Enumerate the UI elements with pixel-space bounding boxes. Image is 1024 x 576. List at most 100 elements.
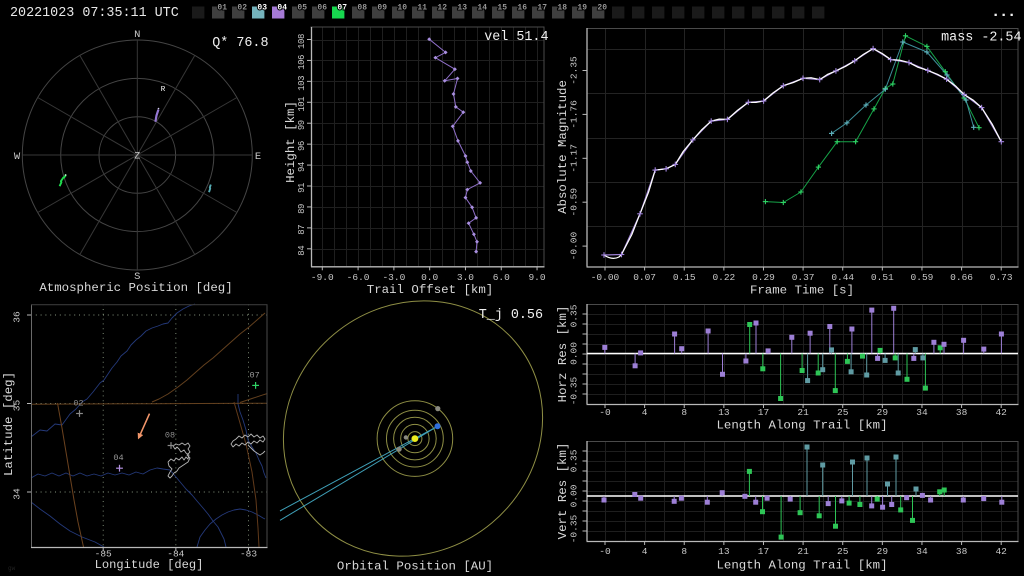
svg-text:-1.76: -1.76 xyxy=(569,100,580,129)
svg-text:-0: -0 xyxy=(599,407,611,418)
svg-text:Vert Res [km]: Vert Res [km] xyxy=(556,443,570,540)
svg-text:21: 21 xyxy=(797,407,809,418)
svg-text:0.07: 0.07 xyxy=(633,272,656,283)
svg-text:11: 11 xyxy=(417,4,427,13)
svg-text:36: 36 xyxy=(12,311,23,323)
svg-text:4: 4 xyxy=(642,407,648,418)
svg-text:19: 19 xyxy=(577,4,587,13)
svg-text:4: 4 xyxy=(642,546,648,557)
svg-text:Atmospheric Position [deg]: Atmospheric Position [deg] xyxy=(39,281,232,295)
svg-text:34: 34 xyxy=(916,546,928,557)
svg-text:99: 99 xyxy=(297,120,307,130)
svg-text:mass -2.54: mass -2.54 xyxy=(941,30,1021,45)
svg-text:6.0: 6.0 xyxy=(493,272,510,283)
svg-text:0.59: 0.59 xyxy=(911,272,934,283)
svg-text:0.29: 0.29 xyxy=(752,272,775,283)
svg-text:03: 03 xyxy=(257,4,267,13)
svg-text:13: 13 xyxy=(718,546,730,557)
svg-text:Z: Z xyxy=(134,152,140,163)
svg-text:34: 34 xyxy=(12,488,23,500)
svg-text:-0.35: -0.35 xyxy=(569,376,580,405)
svg-text:Trail Offset [km]: Trail Offset [km] xyxy=(367,283,493,297)
svg-text:25: 25 xyxy=(837,546,849,557)
svg-text:0.00: 0.00 xyxy=(569,484,580,507)
svg-text:106: 106 xyxy=(297,55,307,70)
svg-text:18: 18 xyxy=(557,4,567,13)
svg-text:0.00: 0.00 xyxy=(569,342,580,365)
svg-text:0.44: 0.44 xyxy=(831,272,854,283)
svg-text:0.66: 0.66 xyxy=(950,272,973,283)
svg-text:07: 07 xyxy=(337,4,347,13)
svg-text:8: 8 xyxy=(681,546,687,557)
svg-text:0.0: 0.0 xyxy=(421,272,438,283)
svg-text:-9.0: -9.0 xyxy=(311,272,334,283)
svg-text:12: 12 xyxy=(437,4,447,13)
svg-text:8: 8 xyxy=(681,407,687,418)
svg-text:Height [km]: Height [km] xyxy=(284,101,298,183)
svg-text:13: 13 xyxy=(718,407,730,418)
svg-text:Longitude [deg]: Longitude [deg] xyxy=(95,558,204,572)
svg-text:Length Along Trail [km]: Length Along Trail [km] xyxy=(716,419,887,433)
svg-text:Length Along Trail [km]: Length Along Trail [km] xyxy=(716,559,887,573)
svg-text:29: 29 xyxy=(877,407,889,418)
svg-text:0.51: 0.51 xyxy=(871,272,894,283)
svg-text:-1.17: -1.17 xyxy=(569,144,580,173)
svg-text:0.35: 0.35 xyxy=(569,449,580,472)
svg-text:04: 04 xyxy=(113,453,123,463)
svg-text:-0.59: -0.59 xyxy=(569,188,580,217)
svg-text:38: 38 xyxy=(956,546,968,557)
svg-text:103: 103 xyxy=(297,76,307,91)
svg-text:42: 42 xyxy=(995,546,1007,557)
svg-text:94: 94 xyxy=(297,162,307,172)
svg-text:-0.00: -0.00 xyxy=(569,232,580,261)
svg-text:96: 96 xyxy=(297,141,307,151)
svg-text:06: 06 xyxy=(317,4,327,13)
svg-text:91: 91 xyxy=(297,183,307,193)
svg-text:0.35: 0.35 xyxy=(569,304,580,327)
svg-text:34: 34 xyxy=(916,407,928,418)
svg-text:Frame Time [s]: Frame Time [s] xyxy=(750,284,854,298)
svg-text:15: 15 xyxy=(497,4,507,13)
svg-text:07: 07 xyxy=(249,370,259,380)
svg-text:17: 17 xyxy=(758,546,769,557)
svg-text:01: 01 xyxy=(217,4,227,13)
svg-text:20: 20 xyxy=(597,4,607,13)
svg-text:08: 08 xyxy=(165,431,175,441)
svg-text:0.73: 0.73 xyxy=(990,272,1013,283)
svg-text:08: 08 xyxy=(357,4,367,13)
svg-text:10: 10 xyxy=(397,4,407,13)
svg-text:W: W xyxy=(14,151,21,163)
svg-text:13: 13 xyxy=(457,4,467,13)
svg-text:29: 29 xyxy=(877,546,889,557)
svg-text:02: 02 xyxy=(73,399,83,409)
svg-text:0.15: 0.15 xyxy=(673,272,696,283)
svg-text:89: 89 xyxy=(297,204,307,214)
svg-text:108: 108 xyxy=(297,34,307,49)
svg-text:42: 42 xyxy=(995,407,1007,418)
svg-text:9.0: 9.0 xyxy=(528,272,545,283)
svg-text:38: 38 xyxy=(956,407,968,418)
svg-text:14: 14 xyxy=(477,4,487,13)
svg-text:101: 101 xyxy=(297,97,307,112)
svg-text:20221023 07:35:11 UTC: 20221023 07:35:11 UTC xyxy=(10,6,179,21)
svg-text:-83: -83 xyxy=(240,549,257,560)
svg-text:0.37: 0.37 xyxy=(792,272,815,283)
svg-text:3.0: 3.0 xyxy=(457,272,474,283)
svg-text:Q* 76.8: Q* 76.8 xyxy=(212,36,268,51)
svg-text:vel 51.4: vel 51.4 xyxy=(484,30,548,45)
svg-text:05: 05 xyxy=(297,4,307,13)
svg-text:E: E xyxy=(255,151,261,163)
svg-text:87: 87 xyxy=(297,225,307,235)
svg-text:-3.0: -3.0 xyxy=(382,272,405,283)
svg-text:02: 02 xyxy=(237,4,247,13)
svg-text:-6.0: -6.0 xyxy=(347,272,370,283)
svg-text:-0.00: -0.00 xyxy=(591,272,620,283)
svg-text:16: 16 xyxy=(517,4,527,13)
svg-text:R: R xyxy=(161,86,166,94)
svg-text:Horz Res [km]: Horz Res [km] xyxy=(556,306,570,403)
svg-text:N: N xyxy=(134,29,140,41)
svg-text:0.22: 0.22 xyxy=(712,272,735,283)
svg-text:T_j 0.56: T_j 0.56 xyxy=(479,308,543,323)
svg-text:Latitude [deg]: Latitude [deg] xyxy=(2,372,16,476)
svg-text:-0.35: -0.35 xyxy=(569,514,580,543)
